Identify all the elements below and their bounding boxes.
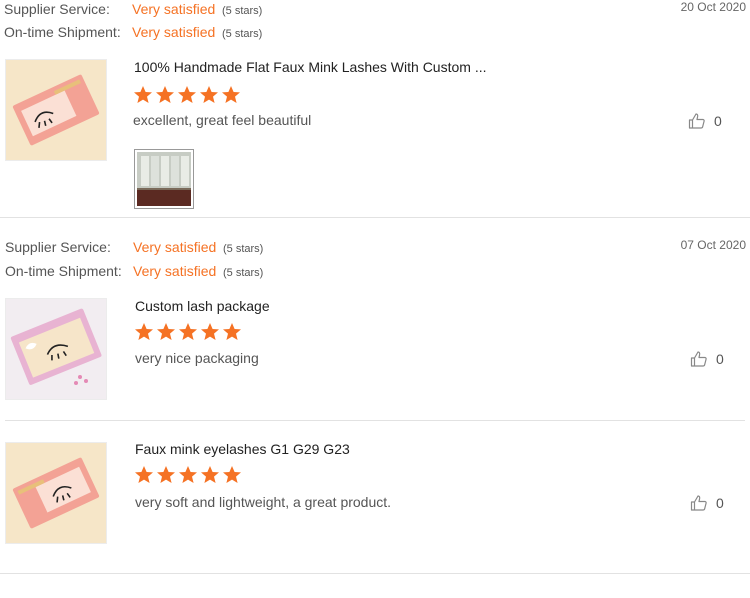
like-button[interactable]: 0 — [688, 112, 722, 130]
product-title-link[interactable]: 100% Handmade Flat Faux Mink Lashes With… — [134, 59, 486, 75]
like-button[interactable]: 0 — [690, 494, 724, 512]
shipment-stars: (5 stars) — [223, 267, 264, 279]
star-icon — [134, 86, 152, 103]
review-photo-thumbnail[interactable] — [134, 149, 194, 209]
like-count: 0 — [716, 495, 724, 511]
product-thumbnail[interactable] — [5, 59, 107, 161]
review-text: excellent, great feel beautiful — [133, 112, 312, 128]
supplier-service-label: Supplier Service: — [4, 1, 110, 17]
review-text: very soft and lightweight, a great produ… — [135, 494, 392, 510]
like-button[interactable]: 0 — [690, 350, 724, 368]
shipment-row: On-time Shipment: Very satisfied (5 star… — [5, 262, 305, 280]
star-icon — [222, 86, 240, 103]
like-count: 0 — [716, 351, 724, 367]
review-star-rating — [134, 465, 242, 485]
supplier-service-label: Supplier Service: — [5, 239, 111, 255]
star-icon — [135, 323, 153, 340]
star-icon — [201, 466, 219, 483]
supplier-service-stars: (5 stars) — [222, 5, 263, 17]
review-text: very nice packaging — [135, 350, 259, 366]
like-count: 0 — [714, 113, 722, 129]
review-item-2: Supplier Service: Very satisfied (5 star… — [0, 238, 750, 420]
review-divider — [5, 420, 745, 421]
shipment-label: On-time Shipment: — [4, 24, 121, 40]
star-icon — [179, 466, 197, 483]
review-divider — [0, 217, 750, 218]
shipment-label: On-time Shipment: — [5, 263, 122, 279]
product-title-link[interactable]: Faux mink eyelashes G1 G29 G23 — [135, 441, 350, 457]
supplier-service-stars: (5 stars) — [223, 243, 264, 255]
review-date: 07 Oct 2020 — [680, 238, 746, 252]
review-item-3: Faux mink eyelashes G1 G29 G23 very soft… — [0, 440, 750, 574]
star-icon — [200, 86, 218, 103]
star-icon — [223, 466, 241, 483]
supplier-service-value: Very satisfied — [133, 239, 217, 255]
shipment-stars: (5 stars) — [222, 28, 263, 40]
review-star-rating — [133, 85, 241, 105]
review-divider — [0, 573, 750, 574]
supplier-service-row: Supplier Service: Very satisfied (5 star… — [5, 238, 305, 256]
product-thumbnail[interactable] — [5, 442, 107, 544]
thumbs-up-icon — [690, 351, 707, 367]
review-star-rating — [134, 322, 242, 342]
star-icon — [223, 323, 241, 340]
review-date: 20 Oct 2020 — [680, 0, 746, 14]
review-item-1: Supplier Service: Very satisfied (5 star… — [0, 0, 750, 218]
star-icon — [157, 323, 175, 340]
star-icon — [178, 86, 196, 103]
star-icon — [179, 323, 197, 340]
thumbs-up-icon — [688, 113, 705, 129]
supplier-service-row: Supplier Service: Very satisfied (5 star… — [4, 0, 304, 18]
shipment-row: On-time Shipment: Very satisfied (5 star… — [4, 23, 304, 41]
shipment-value: Very satisfied — [133, 263, 217, 279]
thumbs-up-icon — [690, 495, 707, 511]
star-icon — [135, 466, 153, 483]
star-icon — [156, 86, 174, 103]
star-icon — [157, 466, 175, 483]
star-icon — [201, 323, 219, 340]
product-title-link[interactable]: Custom lash package — [135, 298, 270, 314]
product-thumbnail[interactable] — [5, 298, 107, 400]
shipment-value: Very satisfied — [132, 24, 216, 40]
supplier-service-value: Very satisfied — [132, 1, 216, 17]
